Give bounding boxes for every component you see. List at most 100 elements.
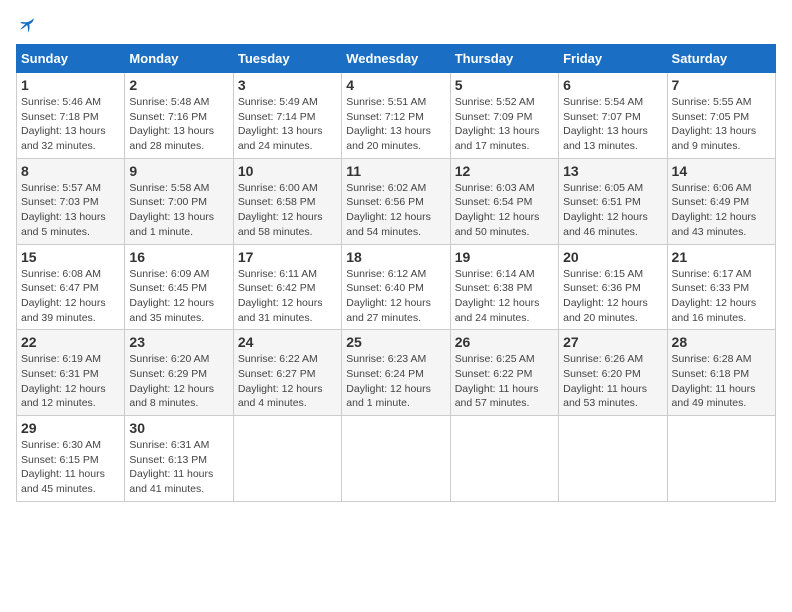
day-number: 20	[563, 249, 662, 265]
day-info: Sunrise: 6:06 AM Sunset: 6:49 PM Dayligh…	[672, 181, 771, 240]
day-number: 12	[455, 163, 554, 179]
empty-cell	[233, 416, 341, 502]
calendar-day-cell: 4 Sunrise: 5:51 AM Sunset: 7:12 PM Daylig…	[342, 73, 450, 159]
day-number: 7	[672, 77, 771, 93]
day-number: 26	[455, 334, 554, 350]
day-info: Sunrise: 6:14 AM Sunset: 6:38 PM Dayligh…	[455, 267, 554, 326]
day-number: 3	[238, 77, 337, 93]
calendar-table: SundayMondayTuesdayWednesdayThursdayFrid…	[16, 44, 776, 502]
day-info: Sunrise: 5:57 AM Sunset: 7:03 PM Dayligh…	[21, 181, 120, 240]
day-number: 27	[563, 334, 662, 350]
day-number: 13	[563, 163, 662, 179]
day-number: 21	[672, 249, 771, 265]
calendar-day-cell: 21 Sunrise: 6:17 AM Sunset: 6:33 PM Dayli…	[667, 244, 775, 330]
day-number: 15	[21, 249, 120, 265]
logo	[16, 16, 36, 34]
empty-cell	[559, 416, 667, 502]
day-info: Sunrise: 6:25 AM Sunset: 6:22 PM Dayligh…	[455, 352, 554, 411]
day-number: 6	[563, 77, 662, 93]
day-number: 1	[21, 77, 120, 93]
calendar-day-cell: 22 Sunrise: 6:19 AM Sunset: 6:31 PM Dayli…	[17, 330, 125, 416]
calendar-header-row: SundayMondayTuesdayWednesdayThursdayFrid…	[17, 45, 776, 73]
calendar-day-cell: 13 Sunrise: 6:05 AM Sunset: 6:51 PM Dayli…	[559, 158, 667, 244]
calendar-day-cell: 23 Sunrise: 6:20 AM Sunset: 6:29 PM Dayli…	[125, 330, 233, 416]
calendar-day-cell: 5Sunrise: 5:52 AM Sunset: 7:09 PM Daylig…	[450, 73, 558, 159]
calendar-day-cell: 10 Sunrise: 6:00 AM Sunset: 6:58 PM Dayli…	[233, 158, 341, 244]
day-info: Sunrise: 6:30 AM Sunset: 6:15 PM Dayligh…	[21, 438, 120, 497]
calendar-day-cell: 24Sunrise: 6:22 AM Sunset: 6:27 PM Dayli…	[233, 330, 341, 416]
day-info: Sunrise: 6:05 AM Sunset: 6:51 PM Dayligh…	[563, 181, 662, 240]
empty-cell	[667, 416, 775, 502]
day-of-week-header: Monday	[125, 45, 233, 73]
calendar-day-cell: 28Sunrise: 6:28 AM Sunset: 6:18 PM Dayli…	[667, 330, 775, 416]
day-of-week-header: Friday	[559, 45, 667, 73]
day-number: 29	[21, 420, 120, 436]
day-number: 5	[455, 77, 554, 93]
day-info: Sunrise: 6:22 AM Sunset: 6:27 PM Dayligh…	[238, 352, 337, 411]
day-info: Sunrise: 6:15 AM Sunset: 6:36 PM Dayligh…	[563, 267, 662, 326]
day-info: Sunrise: 6:31 AM Sunset: 6:13 PM Dayligh…	[129, 438, 228, 497]
day-info: Sunrise: 5:48 AM Sunset: 7:16 PM Dayligh…	[129, 95, 228, 154]
day-of-week-header: Tuesday	[233, 45, 341, 73]
day-of-week-header: Sunday	[17, 45, 125, 73]
calendar-week-row: 8 Sunrise: 5:57 AM Sunset: 7:03 PM Daylig…	[17, 158, 776, 244]
calendar-day-cell: 29 Sunrise: 6:30 AM Sunset: 6:15 PM Dayli…	[17, 416, 125, 502]
day-info: Sunrise: 6:00 AM Sunset: 6:58 PM Dayligh…	[238, 181, 337, 240]
day-info: Sunrise: 5:54 AM Sunset: 7:07 PM Dayligh…	[563, 95, 662, 154]
calendar-day-cell: 11 Sunrise: 6:02 AM Sunset: 6:56 PM Dayli…	[342, 158, 450, 244]
day-number: 2	[129, 77, 228, 93]
calendar-day-cell: 9 Sunrise: 5:58 AM Sunset: 7:00 PM Daylig…	[125, 158, 233, 244]
day-info: Sunrise: 6:19 AM Sunset: 6:31 PM Dayligh…	[21, 352, 120, 411]
calendar-week-row: 22 Sunrise: 6:19 AM Sunset: 6:31 PM Dayli…	[17, 330, 776, 416]
day-number: 30	[129, 420, 228, 436]
day-of-week-header: Wednesday	[342, 45, 450, 73]
empty-cell	[450, 416, 558, 502]
day-number: 9	[129, 163, 228, 179]
calendar-day-cell: 16Sunrise: 6:09 AM Sunset: 6:45 PM Dayli…	[125, 244, 233, 330]
calendar-day-cell: 7 Sunrise: 5:55 AM Sunset: 7:05 PM Daylig…	[667, 73, 775, 159]
day-info: Sunrise: 6:17 AM Sunset: 6:33 PM Dayligh…	[672, 267, 771, 326]
calendar-day-cell: 17 Sunrise: 6:11 AM Sunset: 6:42 PM Dayli…	[233, 244, 341, 330]
day-info: Sunrise: 5:49 AM Sunset: 7:14 PM Dayligh…	[238, 95, 337, 154]
day-info: Sunrise: 6:20 AM Sunset: 6:29 PM Dayligh…	[129, 352, 228, 411]
calendar-week-row: 1 Sunrise: 5:46 AM Sunset: 7:18 PM Daylig…	[17, 73, 776, 159]
calendar-day-cell: 25 Sunrise: 6:23 AM Sunset: 6:24 PM Dayli…	[342, 330, 450, 416]
day-number: 11	[346, 163, 445, 179]
day-number: 17	[238, 249, 337, 265]
calendar-day-cell: 18Sunrise: 6:12 AM Sunset: 6:40 PM Dayli…	[342, 244, 450, 330]
calendar-week-row: 15Sunrise: 6:08 AM Sunset: 6:47 PM Dayli…	[17, 244, 776, 330]
day-info: Sunrise: 5:55 AM Sunset: 7:05 PM Dayligh…	[672, 95, 771, 154]
day-number: 25	[346, 334, 445, 350]
day-info: Sunrise: 5:58 AM Sunset: 7:00 PM Dayligh…	[129, 181, 228, 240]
day-info: Sunrise: 5:51 AM Sunset: 7:12 PM Dayligh…	[346, 95, 445, 154]
day-info: Sunrise: 6:12 AM Sunset: 6:40 PM Dayligh…	[346, 267, 445, 326]
page-header	[16, 16, 776, 34]
day-of-week-header: Thursday	[450, 45, 558, 73]
day-number: 16	[129, 249, 228, 265]
calendar-day-cell: 6 Sunrise: 5:54 AM Sunset: 7:07 PM Daylig…	[559, 73, 667, 159]
day-number: 4	[346, 77, 445, 93]
day-info: Sunrise: 5:46 AM Sunset: 7:18 PM Dayligh…	[21, 95, 120, 154]
calendar-day-cell: 1 Sunrise: 5:46 AM Sunset: 7:18 PM Daylig…	[17, 73, 125, 159]
day-info: Sunrise: 6:11 AM Sunset: 6:42 PM Dayligh…	[238, 267, 337, 326]
calendar-day-cell: 14 Sunrise: 6:06 AM Sunset: 6:49 PM Dayli…	[667, 158, 775, 244]
calendar-day-cell: 30 Sunrise: 6:31 AM Sunset: 6:13 PM Dayli…	[125, 416, 233, 502]
day-number: 22	[21, 334, 120, 350]
day-number: 10	[238, 163, 337, 179]
day-number: 8	[21, 163, 120, 179]
calendar-day-cell: 19 Sunrise: 6:14 AM Sunset: 6:38 PM Dayli…	[450, 244, 558, 330]
day-number: 23	[129, 334, 228, 350]
calendar-week-row: 29 Sunrise: 6:30 AM Sunset: 6:15 PM Dayli…	[17, 416, 776, 502]
day-of-week-header: Saturday	[667, 45, 775, 73]
calendar-day-cell: 15Sunrise: 6:08 AM Sunset: 6:47 PM Dayli…	[17, 244, 125, 330]
calendar-day-cell: 12 Sunrise: 6:03 AM Sunset: 6:54 PM Dayli…	[450, 158, 558, 244]
day-info: Sunrise: 6:02 AM Sunset: 6:56 PM Dayligh…	[346, 181, 445, 240]
day-number: 19	[455, 249, 554, 265]
calendar-day-cell: 8 Sunrise: 5:57 AM Sunset: 7:03 PM Daylig…	[17, 158, 125, 244]
day-info: Sunrise: 6:23 AM Sunset: 6:24 PM Dayligh…	[346, 352, 445, 411]
day-info: Sunrise: 6:03 AM Sunset: 6:54 PM Dayligh…	[455, 181, 554, 240]
day-number: 14	[672, 163, 771, 179]
calendar-day-cell: 27 Sunrise: 6:26 AM Sunset: 6:20 PM Dayli…	[559, 330, 667, 416]
calendar-day-cell: 26 Sunrise: 6:25 AM Sunset: 6:22 PM Dayli…	[450, 330, 558, 416]
day-info: Sunrise: 6:26 AM Sunset: 6:20 PM Dayligh…	[563, 352, 662, 411]
